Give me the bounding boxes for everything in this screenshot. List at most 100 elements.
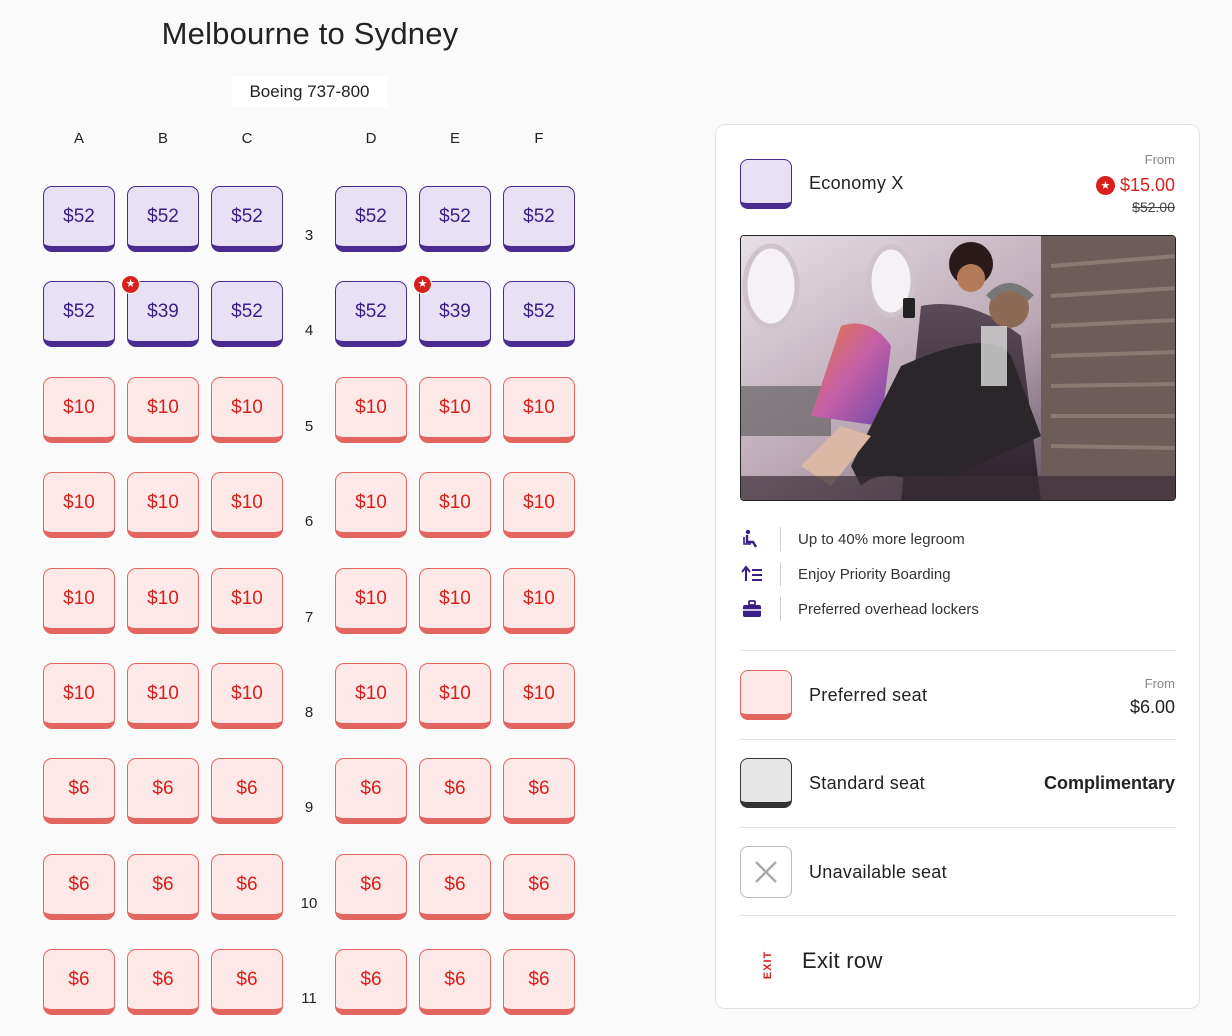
seat-price: $10 [147, 491, 179, 513]
row-number: 9 [304, 799, 314, 816]
seat-price: $6 [528, 777, 550, 799]
seat-8e[interactable]: $10 [419, 663, 491, 729]
seat-10e[interactable]: $6 [419, 854, 491, 920]
feature-legroom: Up to 40% more legroom [740, 527, 965, 551]
seat-3f[interactable]: $52 [503, 186, 575, 252]
seat-6f[interactable]: $10 [503, 472, 575, 538]
seat-price: $6 [528, 873, 550, 895]
seat-7e[interactable]: $10 [419, 568, 491, 634]
seat-7a[interactable]: $10 [43, 568, 115, 634]
seat-5c[interactable]: $10 [211, 377, 283, 443]
seat-11e[interactable]: $6 [419, 949, 491, 1015]
seat-6c[interactable]: $10 [211, 472, 283, 538]
seat-price: $52 [439, 205, 471, 227]
row-number: 11 [301, 990, 317, 1007]
seat-price: $10 [231, 491, 263, 513]
seat-7c[interactable]: $10 [211, 568, 283, 634]
seat-price: $6 [152, 777, 174, 799]
seat-price: $39 [147, 300, 179, 322]
seat-11c[interactable]: $6 [211, 949, 283, 1015]
seat-10c[interactable]: $6 [211, 854, 283, 920]
column-header-e: E [449, 130, 460, 147]
exit-row-label: Exit row [802, 948, 883, 973]
seat-8c[interactable]: $10 [211, 663, 283, 729]
economy-x-price-value: $15.00 [1119, 175, 1175, 195]
seat-4e[interactable]: $39 ★ [413, 275, 491, 347]
seat-11b[interactable]: $6 [127, 949, 199, 1015]
seat-4d[interactable]: $52 [335, 281, 407, 347]
seat-price: $52 [523, 205, 555, 227]
exit-tag: EXIT [762, 950, 775, 980]
close-icon [755, 861, 777, 883]
seat-price: $6 [528, 968, 550, 990]
seat-price: $10 [231, 396, 263, 418]
seat-10a[interactable]: $6 [43, 854, 115, 920]
seat-5f[interactable]: $10 [503, 377, 575, 443]
seat-price: $6 [68, 873, 90, 895]
seat-5b[interactable]: $10 [127, 377, 199, 443]
seat-price: $6 [152, 873, 174, 895]
seat-price: $10 [147, 682, 179, 704]
seat-6d[interactable]: $10 [335, 472, 407, 538]
seat-7d[interactable]: $10 [335, 568, 407, 634]
seat-5a[interactable]: $10 [43, 377, 115, 443]
seat-3e[interactable]: $52 [419, 186, 491, 252]
column-header-f: F [534, 130, 544, 147]
preferred-seat-label: Preferred seat [809, 685, 928, 705]
seat-8f[interactable]: $10 [503, 663, 575, 729]
economy-x-label: Economy X [809, 173, 904, 193]
seat-price: $10 [63, 491, 95, 513]
seat-5d[interactable]: $10 [335, 377, 407, 443]
legend-divider [740, 915, 1176, 916]
seat-9b[interactable]: $6 [127, 758, 199, 824]
seat-price: $52 [523, 300, 555, 322]
preferred-seat-from-label: From [1144, 676, 1175, 691]
seat-10d[interactable]: $6 [335, 854, 407, 920]
seat-11d[interactable]: $6 [335, 949, 407, 1015]
seat-7f[interactable]: $10 [503, 568, 575, 634]
seat-9a[interactable]: $6 [43, 758, 115, 824]
seat-3c[interactable]: $52 [211, 186, 283, 252]
seat-11f[interactable]: $6 [503, 949, 575, 1015]
velocity-star-icon: ★ [121, 275, 140, 294]
seat-price: $10 [147, 396, 179, 418]
column-header-c: C [241, 130, 253, 147]
row-number: 5 [304, 418, 314, 435]
seat-8b[interactable]: $10 [127, 663, 199, 729]
seat-4b[interactable]: $39 ★ [121, 275, 199, 347]
seat-9c[interactable]: $6 [211, 758, 283, 824]
seat-10f[interactable]: $6 [503, 854, 575, 920]
seat-8a[interactable]: $10 [43, 663, 115, 729]
seat-6b[interactable]: $10 [127, 472, 199, 538]
seat-9d[interactable]: $6 [335, 758, 407, 824]
seat-8d[interactable]: $10 [335, 663, 407, 729]
seat-9e[interactable]: $6 [419, 758, 491, 824]
seat-4c[interactable]: $52 [211, 281, 283, 347]
preferred-seat-swatch [740, 670, 792, 720]
row-number: 3 [304, 227, 314, 244]
standard-seat-label: Standard seat [809, 773, 925, 793]
seat-9f[interactable]: $6 [503, 758, 575, 824]
feature-divider [780, 527, 781, 551]
feature-divider [780, 562, 781, 586]
seat-price: $6 [444, 968, 466, 990]
seat-3b[interactable]: $52 [127, 186, 199, 252]
legend-divider [740, 739, 1176, 740]
seat-5e[interactable]: $10 [419, 377, 491, 443]
seat-10b[interactable]: $6 [127, 854, 199, 920]
seat-4a[interactable]: $52 [43, 281, 115, 347]
seat-6e[interactable]: $10 [419, 472, 491, 538]
seat-price: $6 [236, 968, 258, 990]
seat-3a[interactable]: $52 [43, 186, 115, 252]
feature-divider [780, 597, 781, 621]
seat-7b[interactable]: $10 [127, 568, 199, 634]
seat-price: $10 [231, 587, 263, 609]
seat-price: $6 [360, 777, 382, 799]
seat-price: $10 [147, 587, 179, 609]
seat-3d[interactable]: $52 [335, 186, 407, 252]
seat-4f[interactable]: $52 [503, 281, 575, 347]
seat-6a[interactable]: $10 [43, 472, 115, 538]
seat-11a[interactable]: $6 [43, 949, 115, 1015]
seat-price: $6 [360, 968, 382, 990]
seat-price: $10 [355, 396, 387, 418]
